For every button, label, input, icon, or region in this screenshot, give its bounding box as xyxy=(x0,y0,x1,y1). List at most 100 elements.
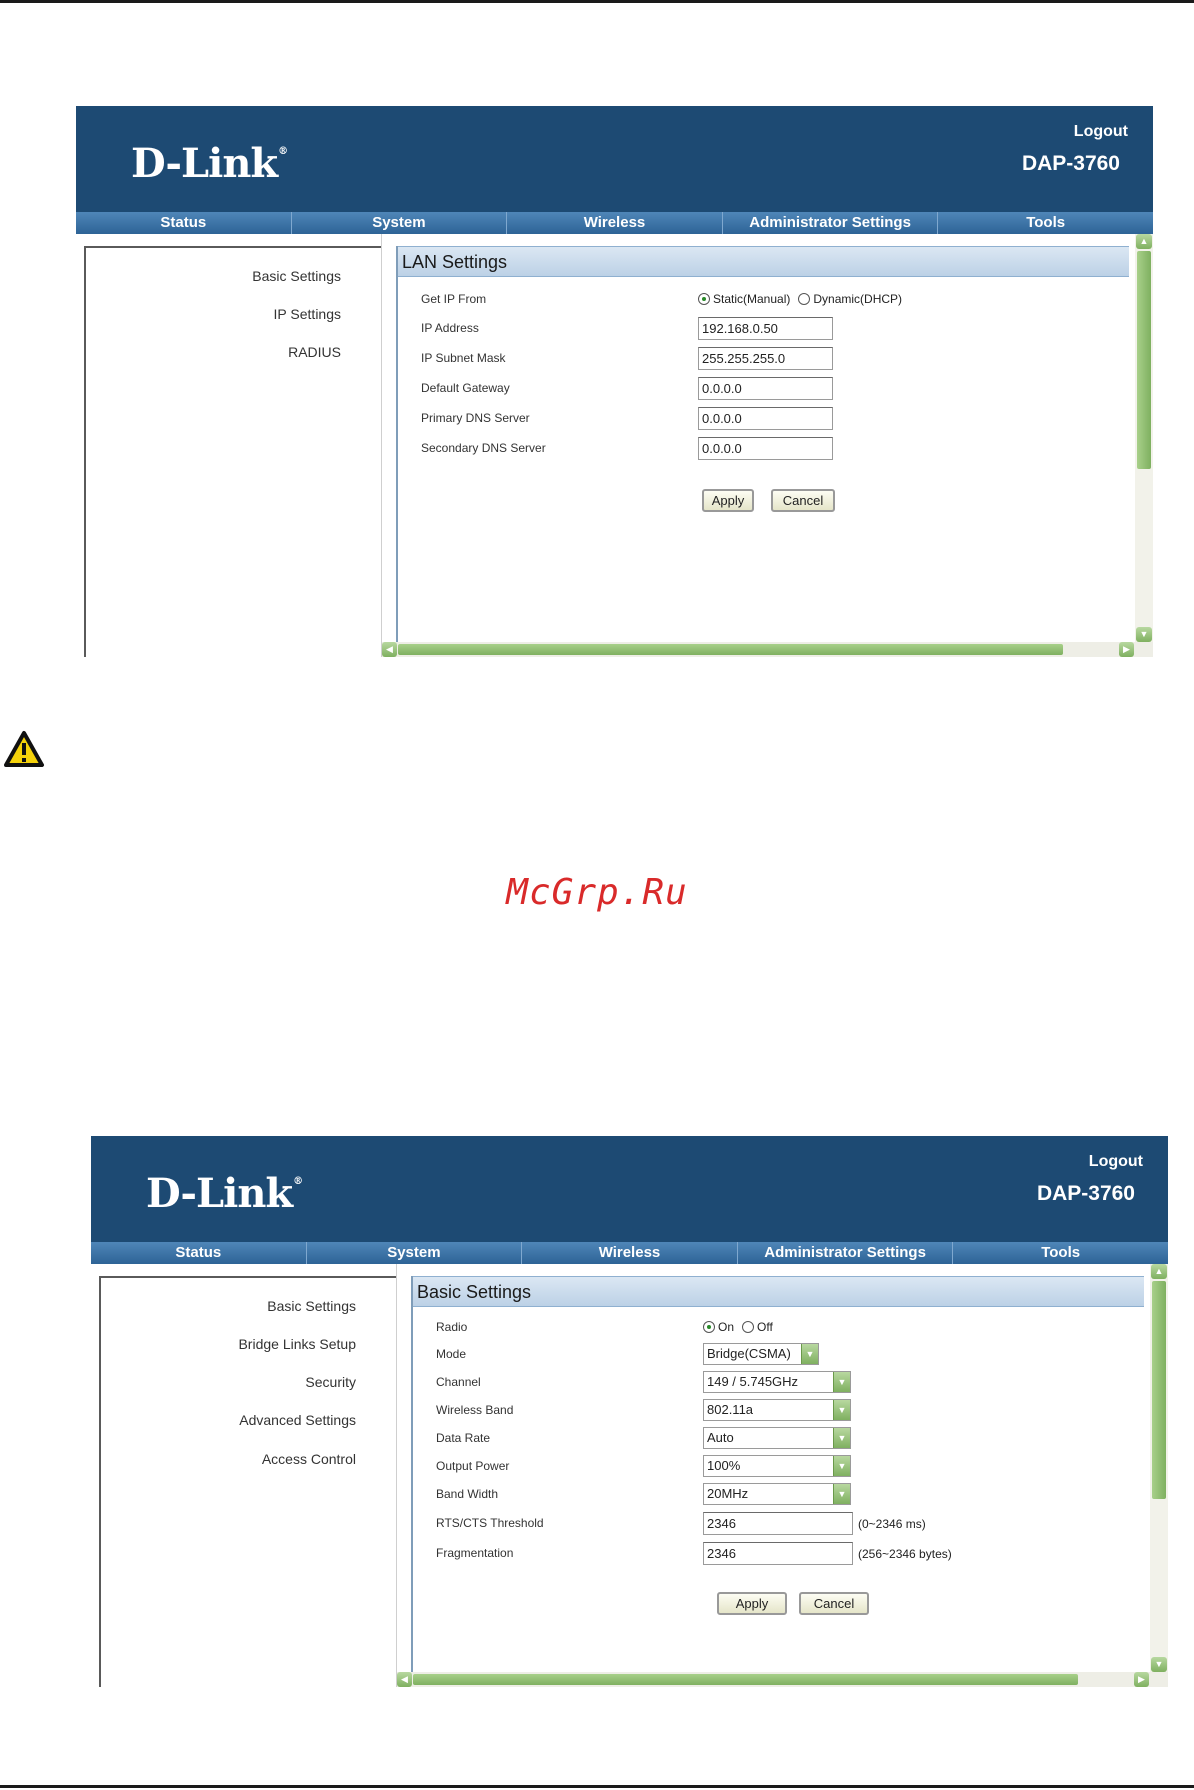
static-radio-label: Static(Manual) xyxy=(713,292,791,306)
scroll-down-icon[interactable]: ▼ xyxy=(1151,1657,1167,1672)
select-row: Channel 149 / 5.745GHz ▼ xyxy=(413,1371,1144,1395)
primary-dns-input[interactable]: 0.0.0.0 xyxy=(698,407,833,430)
basic-settings-panel: Basic Settings Radio On Off Mode Bridge(… xyxy=(411,1276,1144,1687)
wireless-band-select-value: 802.11a xyxy=(707,1402,754,1417)
radio-on-option[interactable] xyxy=(703,1321,715,1333)
bottom-rule xyxy=(0,1785,1194,1788)
nav-tools[interactable]: Tools xyxy=(938,212,1153,234)
radio-toggle-group: On Off xyxy=(703,1320,773,1334)
panel-title: Basic Settings xyxy=(413,1276,1144,1307)
scroll-up-icon[interactable]: ▲ xyxy=(1151,1264,1167,1279)
logout-link[interactable]: Logout xyxy=(1074,123,1128,141)
cancel-button[interactable]: Cancel xyxy=(771,489,835,512)
nav-system[interactable]: System xyxy=(307,1242,523,1264)
mode-select[interactable]: Bridge(CSMA) ▼ xyxy=(703,1343,819,1365)
sidebar-item-access-control[interactable]: Access Control xyxy=(262,1451,356,1467)
input-row: Fragmentation 2346 (256~2346 bytes) xyxy=(413,1542,1144,1566)
output-power-select-value: 100% xyxy=(707,1458,741,1473)
get-ip-radio-group: Static(Manual) Dynamic(DHCP) xyxy=(698,292,902,306)
fragmentation-hint: (256~2346 bytes) xyxy=(858,1547,952,1561)
get-ip-label: Get IP From xyxy=(421,292,487,306)
channel-select[interactable]: 149 / 5.745GHz ▼ xyxy=(703,1371,851,1393)
scroll-left-icon[interactable]: ◀ xyxy=(382,642,397,657)
model-name: DAP-3760 xyxy=(1021,152,1120,175)
main-nav: Status System Wireless Administrator Set… xyxy=(91,1242,1168,1264)
nav-status[interactable]: Status xyxy=(76,212,292,234)
horizontal-scroll-thumb[interactable] xyxy=(413,1674,1078,1685)
rts-cts-input[interactable]: 2346 xyxy=(703,1512,853,1535)
input-row: RTS/CTS Threshold 2346 (0~2346 ms) xyxy=(413,1512,1144,1536)
vertical-scroll-thumb[interactable] xyxy=(1137,251,1151,469)
secondary-dns-label: Secondary DNS Server xyxy=(421,441,546,455)
field-row: Primary DNS Server 0.0.0.0 xyxy=(398,407,1129,431)
nav-administrator-settings[interactable]: Administrator Settings xyxy=(738,1242,954,1264)
nav-administrator-settings[interactable]: Administrator Settings xyxy=(723,212,939,234)
sidebar-item-basic-settings[interactable]: Basic Settings xyxy=(267,1298,356,1314)
band-width-select-value: 20MHz xyxy=(707,1486,749,1501)
scroll-right-icon[interactable]: ▶ xyxy=(1134,1672,1149,1687)
sidebar-item-radius[interactable]: RADIUS xyxy=(288,344,341,360)
vertical-scroll-thumb[interactable] xyxy=(1152,1281,1166,1499)
secondary-dns-input[interactable]: 0.0.0.0 xyxy=(698,437,833,460)
default-gateway-input[interactable]: 0.0.0.0 xyxy=(698,377,833,400)
horizontal-scroll-thumb[interactable] xyxy=(398,644,1063,655)
data-rate-select[interactable]: Auto ▼ xyxy=(703,1427,851,1449)
scroll-right-icon[interactable]: ▶ xyxy=(1119,642,1134,657)
scroll-down-icon[interactable]: ▼ xyxy=(1136,627,1152,642)
logout-link[interactable]: Logout xyxy=(1089,1153,1143,1171)
data-rate-label: Data Rate xyxy=(436,1431,491,1445)
dlink-logo: D-Link® xyxy=(146,1170,303,1217)
output-power-select[interactable]: 100% ▼ xyxy=(703,1455,851,1477)
select-row: Band Width 20MHz ▼ xyxy=(413,1483,1144,1507)
warning-icon xyxy=(4,731,44,767)
field-row: Default Gateway 0.0.0.0 xyxy=(398,377,1129,401)
nav-status[interactable]: Status xyxy=(91,1242,307,1264)
band-width-select[interactable]: 20MHz ▼ xyxy=(703,1483,851,1505)
vertical-scrollbar[interactable]: ▲ ▼ xyxy=(1150,1264,1168,1672)
model-name: DAP-3760 xyxy=(1036,1182,1135,1205)
chevron-down-icon: ▼ xyxy=(833,1456,850,1476)
dynamic-radio-label: Dynamic(DHCP) xyxy=(813,292,903,306)
cancel-button[interactable]: Cancel xyxy=(799,1592,869,1615)
watermark: McGrp.Ru xyxy=(506,872,688,913)
apply-button[interactable]: Apply xyxy=(702,489,754,512)
static-radio[interactable] xyxy=(698,293,710,305)
dlink-logo: D-Link® xyxy=(131,140,288,187)
channel-label: Channel xyxy=(436,1375,481,1389)
scroll-left-icon[interactable]: ◀ xyxy=(397,1672,412,1687)
fragmentation-label: Fragmentation xyxy=(436,1546,514,1560)
sidebar: Basic Settings Bridge Links Setup Securi… xyxy=(99,1276,396,1687)
horizontal-scrollbar[interactable]: ◀ ▶ xyxy=(397,1672,1168,1687)
radio-row: Radio On Off xyxy=(413,1316,1144,1340)
vertical-scrollbar[interactable]: ▲ ▼ xyxy=(1135,234,1153,642)
nav-system[interactable]: System xyxy=(292,212,508,234)
apply-button[interactable]: Apply xyxy=(717,1592,787,1615)
panel-title: LAN Settings xyxy=(398,246,1129,277)
ip-address-input[interactable]: 192.168.0.50 xyxy=(698,317,833,340)
select-row: Mode Bridge(CSMA) ▼ xyxy=(413,1343,1144,1367)
sidebar-item-bridge-links-setup[interactable]: Bridge Links Setup xyxy=(238,1336,356,1352)
dynamic-radio[interactable] xyxy=(798,293,811,305)
chevron-down-icon: ▼ xyxy=(833,1372,850,1392)
radio-off-option[interactable] xyxy=(742,1321,755,1333)
sidebar-item-ip-settings[interactable]: IP Settings xyxy=(274,306,341,322)
nav-wireless[interactable]: Wireless xyxy=(522,1242,738,1264)
sidebar-item-basic-settings[interactable]: Basic Settings xyxy=(252,268,341,284)
lan-settings-screenshot: D-Link® Logout DAP-3760 Status System Wi… xyxy=(76,106,1153,657)
wireless-band-select[interactable]: 802.11a ▼ xyxy=(703,1399,851,1421)
ip-address-label: IP Address xyxy=(421,321,479,335)
main-nav: Status System Wireless Administrator Set… xyxy=(76,212,1153,234)
horizontal-scrollbar[interactable]: ◀ ▶ xyxy=(382,642,1153,657)
data-rate-select-value: Auto xyxy=(707,1430,734,1445)
sidebar-item-advanced-settings[interactable]: Advanced Settings xyxy=(239,1412,356,1428)
nav-wireless[interactable]: Wireless xyxy=(507,212,723,234)
sidebar-item-security[interactable]: Security xyxy=(305,1374,356,1390)
content-area: Basic Settings Radio On Off Mode Bridge(… xyxy=(396,1264,1168,1687)
chevron-down-icon: ▼ xyxy=(833,1428,850,1448)
fragmentation-input[interactable]: 2346 xyxy=(703,1542,853,1565)
wireless-band-label: Wireless Band xyxy=(436,1403,514,1417)
nav-tools[interactable]: Tools xyxy=(953,1242,1168,1264)
subnet-mask-input[interactable]: 255.255.255.0 xyxy=(698,347,833,370)
mode-select-value: Bridge(CSMA) xyxy=(707,1346,791,1361)
scroll-up-icon[interactable]: ▲ xyxy=(1136,234,1152,249)
